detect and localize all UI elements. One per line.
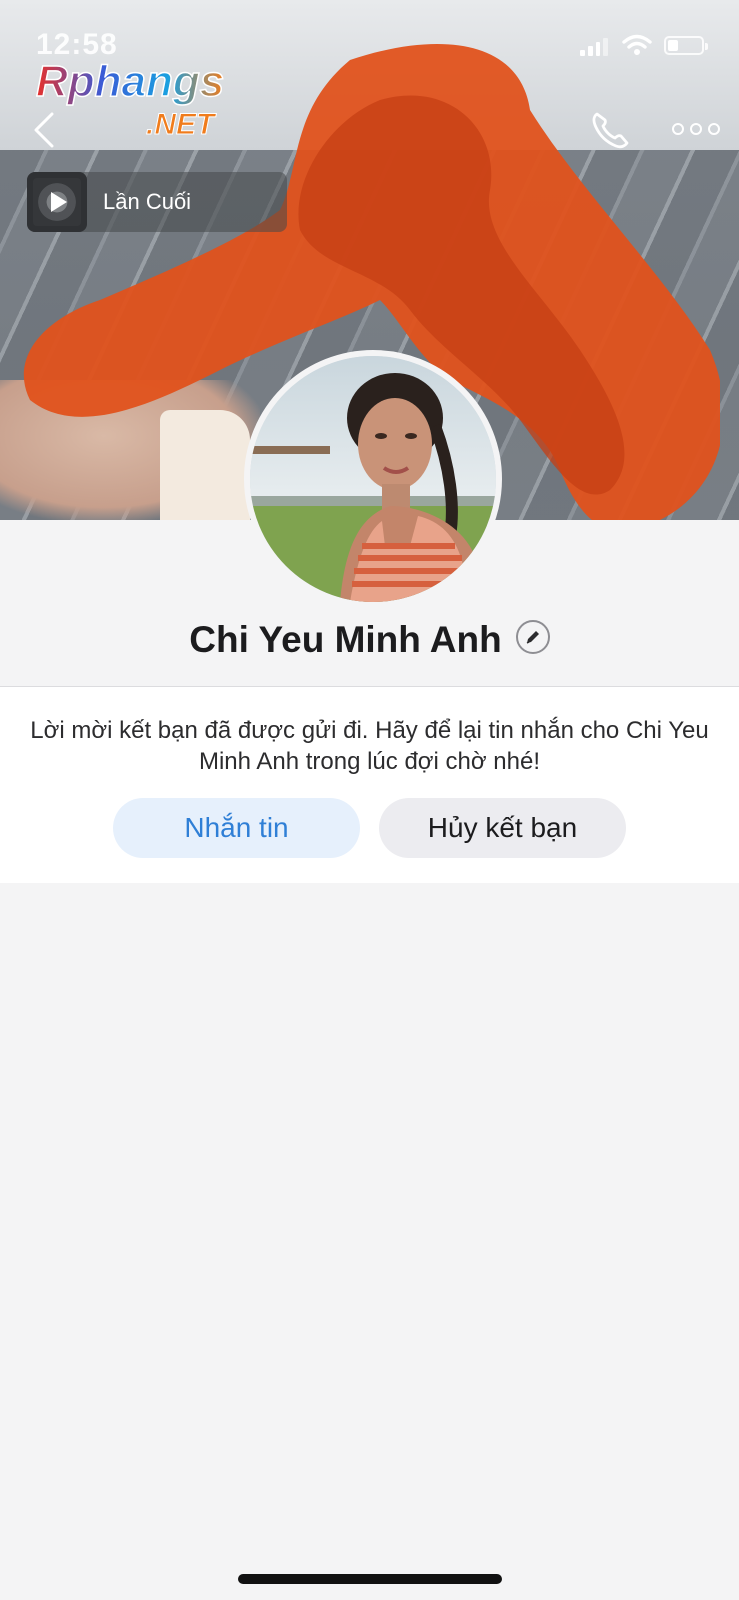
signal-icon [580,36,608,56]
watermark-line2: .NET [146,108,217,140]
back-button[interactable] [28,108,64,152]
edit-nickname-button[interactable] [515,620,550,654]
more-dot [690,123,702,135]
message-button[interactable]: Nhắn tin [113,798,360,858]
profile-name: Chi Yeu Minh Anh [189,619,502,660]
music-title: Lần Cuối [103,189,192,214]
wifi-icon [622,34,652,55]
cancel-friend-request-button[interactable]: Hủy kết bạn [379,798,626,858]
profile-screen: 12:58 Rphangs .NET Lần Cuối Chi Yeu Minh… [0,0,739,1600]
watermark-logo: Rphangs .NET [36,56,225,140]
call-button[interactable] [588,108,632,152]
home-indicator[interactable] [238,1574,502,1584]
friend-request-card: Lời mời kết bạn đã được gửi đi. Hãy để l… [0,687,739,883]
profile-name-row: Chi Yeu Minh Anh [0,612,739,668]
avatar[interactable] [244,350,502,608]
music-thumbnail [27,172,87,232]
play-icon [51,192,67,212]
more-options-button[interactable] [672,118,722,140]
friend-request-message: Lời mời kết bạn đã được gửi đi. Hãy để l… [30,717,709,775]
watermark-line1: Rphangs [36,57,224,106]
pencil-icon [526,631,539,644]
more-dot [708,123,720,135]
profile-music-pill[interactable]: Lần Cuối [27,172,287,232]
more-dot [672,123,684,135]
battery-icon [664,36,708,55]
avatar-photo [250,356,496,602]
